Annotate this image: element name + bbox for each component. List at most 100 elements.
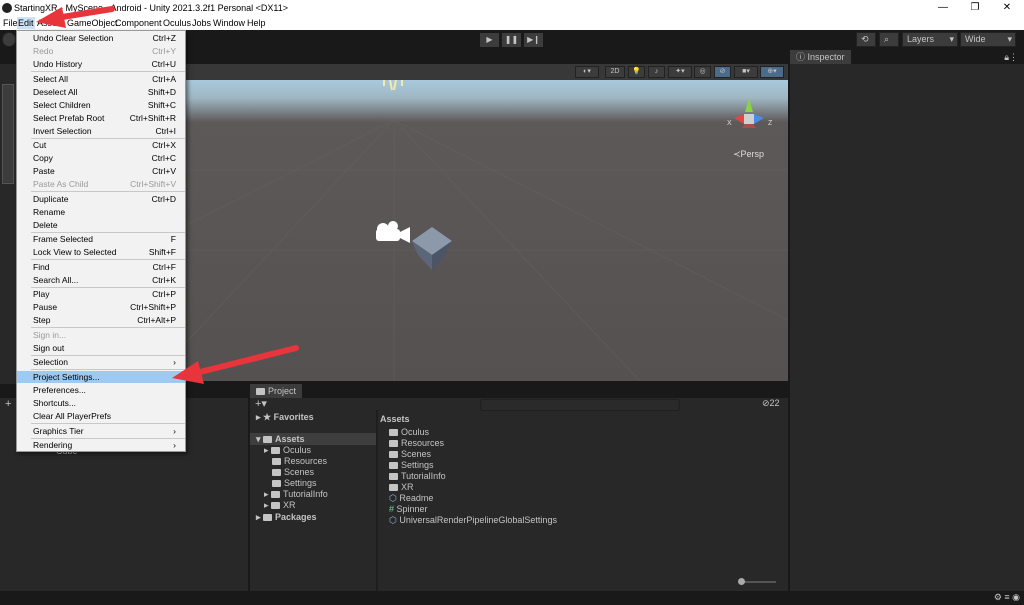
menu-item-select-all[interactable]: Select All Ctrl+A bbox=[17, 73, 185, 85]
packages-tree-item[interactable]: ▸ Packages bbox=[256, 512, 317, 523]
file-item[interactable]: ⬡ Readme bbox=[389, 493, 433, 504]
audio-toggle-icon[interactable]: ♪ bbox=[648, 66, 665, 78]
menu-item-paste[interactable]: Paste Ctrl+V bbox=[17, 165, 185, 177]
file-item[interactable]: # Spinner bbox=[389, 504, 428, 515]
camera-settings-icon[interactable]: ■▾ bbox=[734, 66, 758, 78]
tree-item[interactable]: Scenes bbox=[272, 467, 314, 478]
menu-jobs[interactable]: Jobs bbox=[191, 17, 212, 29]
menu-window[interactable]: Window bbox=[212, 17, 246, 29]
menu-item-duplicate[interactable]: Duplicate Ctrl+D bbox=[17, 193, 185, 205]
menu-item-sign-in[interactable]: Sign in... bbox=[17, 329, 185, 341]
shading-mode-icon[interactable]: ◐▾ bbox=[575, 66, 599, 78]
camera-gizmo-icon[interactable] bbox=[374, 219, 412, 245]
menu-item-sign-out[interactable]: Sign out bbox=[17, 342, 185, 354]
add-icon[interactable]: + bbox=[5, 398, 11, 410]
project-search-input[interactable] bbox=[480, 399, 680, 411]
assets-tree-item[interactable]: ▾ Assets bbox=[256, 434, 305, 445]
menu-item-shortcuts[interactable]: Shortcuts... bbox=[17, 397, 185, 409]
file-item[interactable]: Settings bbox=[389, 460, 434, 471]
transform-tools[interactable] bbox=[2, 84, 14, 184]
menu-item-play[interactable]: Play Ctrl+P bbox=[17, 288, 185, 300]
menu-item-rendering[interactable]: Rendering › bbox=[17, 439, 185, 451]
maximize-button[interactable]: ❐ bbox=[960, 0, 990, 16]
2d-toggle-button[interactable]: 2D bbox=[605, 66, 625, 78]
file-item[interactable]: Resources bbox=[389, 438, 444, 449]
light-gizmo-icon[interactable] bbox=[380, 80, 408, 92]
file-item[interactable]: Oculus bbox=[389, 427, 429, 438]
favorites-item[interactable]: ▸ ★ Favorites bbox=[256, 412, 314, 423]
folder-icon bbox=[271, 491, 281, 499]
menu-item-undo[interactable]: Undo Clear Selection Ctrl+Z bbox=[17, 32, 185, 44]
tree-item[interactable]: ▸ Oculus bbox=[264, 445, 311, 456]
menu-item-preferences[interactable]: Preferences... bbox=[17, 384, 185, 396]
breadcrumb[interactable]: Assets bbox=[380, 414, 410, 425]
menu-item-graphics-tier[interactable]: Graphics Tier › bbox=[17, 425, 185, 437]
menu-item-undo-history[interactable]: Undo History Ctrl+U bbox=[17, 58, 185, 70]
menu-help[interactable]: Help bbox=[246, 17, 267, 29]
tree-item[interactable]: Resources bbox=[272, 456, 327, 467]
hidden-objects-icon[interactable]: ◎ bbox=[694, 66, 711, 78]
menu-item-project-settings[interactable]: Project Settings... bbox=[17, 371, 185, 383]
menu-separator bbox=[31, 191, 185, 192]
menu-assets[interactable]: Assets bbox=[36, 17, 65, 29]
hidden-count-label[interactable]: ⊘22 bbox=[762, 398, 780, 409]
menu-item-find[interactable]: Find Ctrl+F bbox=[17, 261, 185, 273]
folder-icon bbox=[272, 480, 281, 488]
menu-item-cut[interactable]: Cut Ctrl+X bbox=[17, 139, 185, 151]
cube-object[interactable] bbox=[410, 225, 454, 271]
menu-component[interactable]: Component bbox=[114, 17, 163, 29]
menu-item-search-all[interactable]: Search All... Ctrl+K bbox=[17, 274, 185, 286]
file-item[interactable]: XR bbox=[389, 482, 414, 493]
menu-item-select-children[interactable]: Select Children Shift+C bbox=[17, 99, 185, 111]
effects-toggle-icon[interactable]: ✦▾ bbox=[668, 66, 692, 78]
asset-icon: ⬡ bbox=[389, 493, 400, 503]
scene-visibility-icon[interactable]: ⊘ bbox=[714, 66, 731, 78]
search-icon[interactable]: ⌕ bbox=[879, 32, 899, 47]
tree-item[interactable]: ▸ TutorialInfo bbox=[264, 489, 328, 500]
file-item[interactable]: TutorialInfo bbox=[389, 471, 446, 482]
menu-item-clear-playerprefs[interactable]: Clear All PlayerPrefs bbox=[17, 410, 185, 422]
menu-item-select-prefab-root[interactable]: Select Prefab Root Ctrl+Shift+R bbox=[17, 112, 185, 124]
gizmos-toggle-icon[interactable]: ⊕▾ bbox=[760, 66, 784, 78]
panel-divider[interactable] bbox=[376, 410, 378, 591]
menu-edit[interactable]: Edit bbox=[17, 17, 35, 29]
menu-item-step[interactable]: Step Ctrl+Alt+P bbox=[17, 314, 185, 326]
step-button[interactable]: ▶❙ bbox=[524, 33, 543, 47]
file-item[interactable]: ⬡ UniversalRenderPipelineGlobalSettings bbox=[389, 515, 557, 526]
menu-oculus[interactable]: Oculus bbox=[162, 17, 192, 29]
layout-dropdown[interactable]: Wide ▾ bbox=[960, 32, 1016, 47]
lock-icon[interactable]: 🔒︎⋮ bbox=[1004, 50, 1018, 64]
orientation-gizmo-icon[interactable] bbox=[724, 96, 774, 138]
menu-item-rename[interactable]: Rename bbox=[17, 206, 185, 218]
play-button[interactable]: ▶ bbox=[480, 33, 499, 47]
menu-item-delete[interactable]: Delete bbox=[17, 219, 185, 231]
menu-item-deselect-all[interactable]: Deselect All Shift+D bbox=[17, 86, 185, 98]
pause-button[interactable]: ❚❚ bbox=[502, 33, 521, 47]
menu-item-paste-as-child[interactable]: Paste As Child Ctrl+Shift+V bbox=[17, 178, 185, 190]
tab-inspector[interactable]: ⓘ Inspector bbox=[790, 50, 851, 64]
tree-item[interactable]: Settings bbox=[272, 478, 317, 489]
zoom-slider-handle[interactable] bbox=[738, 578, 745, 585]
status-icons[interactable]: ⚙ ≡ ◉ bbox=[994, 592, 1020, 603]
zoom-slider[interactable] bbox=[740, 581, 776, 583]
menu-item-lock-view[interactable]: Lock View to Selected Shift+F bbox=[17, 246, 185, 258]
menu-item-pause[interactable]: Pause Ctrl+Shift+P bbox=[17, 301, 185, 313]
menu-item-invert-selection[interactable]: Invert Selection Ctrl+I bbox=[17, 125, 185, 137]
menu-gameobject[interactable]: GameObject bbox=[66, 17, 119, 29]
undo-history-icon[interactable]: ⟲ bbox=[856, 32, 876, 47]
minimize-button[interactable]: — bbox=[928, 0, 958, 16]
lighting-toggle-icon[interactable]: 💡 bbox=[628, 66, 645, 78]
menu-item-frame-selected[interactable]: Frame Selected F bbox=[17, 233, 185, 245]
menu-item-redo[interactable]: Redo Ctrl+Y bbox=[17, 45, 185, 57]
account-icon[interactable] bbox=[2, 32, 16, 47]
file-item[interactable]: Scenes bbox=[389, 449, 431, 460]
menu-item-selection[interactable]: Selection › bbox=[17, 356, 185, 368]
tab-project[interactable]: Project bbox=[250, 384, 303, 398]
tree-item[interactable]: ▸ XR bbox=[264, 500, 296, 511]
create-asset-icon[interactable]: +▾ bbox=[255, 397, 267, 410]
layers-dropdown[interactable]: Layers ▾ bbox=[902, 32, 958, 47]
close-button[interactable]: ✕ bbox=[992, 0, 1022, 16]
tool-strip bbox=[0, 64, 16, 384]
perspective-label[interactable]: ≺Persp bbox=[733, 149, 764, 160]
menu-item-copy[interactable]: Copy Ctrl+C bbox=[17, 152, 185, 164]
